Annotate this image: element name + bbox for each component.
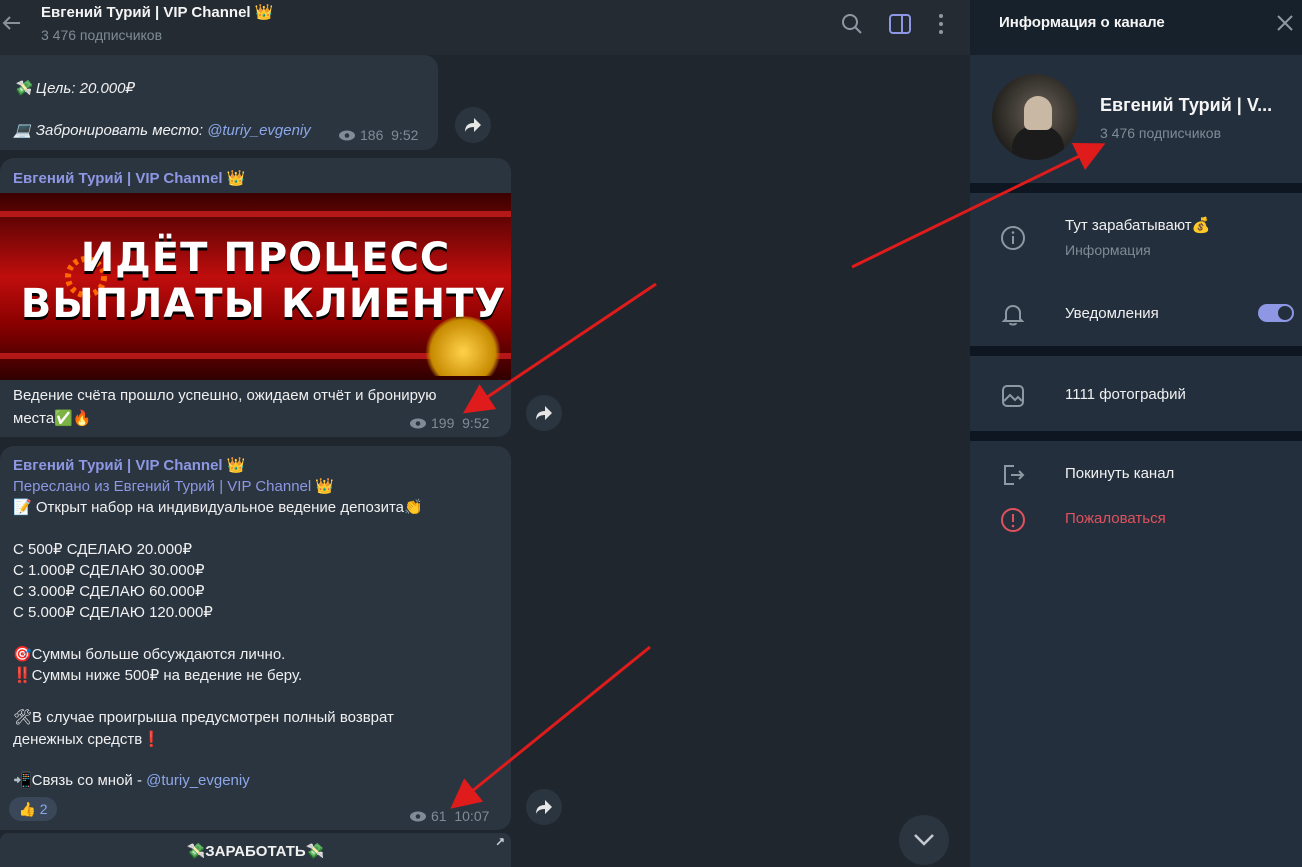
sidebar-toggle-icon[interactable] bbox=[887, 11, 913, 37]
share-button[interactable] bbox=[526, 789, 562, 825]
external-link-icon: ↗ bbox=[494, 835, 505, 849]
scroll-down-button[interactable] bbox=[899, 815, 949, 865]
views-count: 186 bbox=[360, 127, 384, 143]
message-line: С 3.000₽ СДЕЛАЮ 60.000₽ bbox=[13, 583, 205, 600]
share-button[interactable] bbox=[455, 107, 491, 143]
more-vertical-icon[interactable] bbox=[929, 11, 955, 37]
close-icon[interactable] bbox=[1276, 12, 1294, 38]
channel-avatar[interactable] bbox=[992, 74, 1078, 160]
message-time: 9:52 bbox=[462, 415, 490, 431]
channel-profile-card bbox=[970, 55, 1302, 183]
chat-subscribers: 3 476 подписчиков bbox=[41, 27, 163, 43]
views-count: 61 bbox=[431, 808, 447, 824]
notifications-label: Уведомления bbox=[1065, 305, 1159, 322]
booking-text: 💻 Забронировать место: bbox=[13, 122, 208, 139]
info-panel-title: Информация о канале bbox=[999, 14, 1165, 31]
message-line: С 500₽ СДЕЛАЮ 20.000₽ bbox=[13, 541, 192, 558]
views-icon bbox=[410, 418, 426, 429]
share-button[interactable] bbox=[526, 395, 562, 431]
views-count: 199 bbox=[431, 415, 455, 431]
photos-count[interactable]: 1111 фотографий bbox=[1065, 386, 1186, 403]
message-booking: 💻 Забронировать место: @turiy_evgeniy bbox=[13, 121, 311, 139]
message-text: Ведение счёта прошло успешно, ожидаем от… bbox=[13, 387, 437, 404]
message-line: С 5.000₽ СДЕЛАЮ 120.000₽ bbox=[13, 604, 213, 621]
channel-info-panel: Информация о канале Евгений Турий | V...… bbox=[970, 0, 1302, 867]
channel-subscribers: 3 476 подписчиков bbox=[1100, 125, 1222, 141]
views-icon bbox=[410, 811, 426, 822]
message-time: 9:52 bbox=[391, 127, 419, 143]
message-bubble: Евгений Турий | VIP Channel 👑 Переслано … bbox=[0, 446, 511, 830]
inline-button-label: 💸ЗАРАБОТАТЬ💸 bbox=[186, 843, 325, 860]
message-line: С 1.000₽ СДЕЛАЮ 30.000₽ bbox=[13, 562, 205, 579]
promo-title-line1: ИДЁТ ПРОЦЕСС bbox=[80, 235, 451, 281]
promo-image[interactable]: ИДЁТ ПРОЦЕСС ВЫПЛАТЫ КЛИЕНТУ bbox=[0, 193, 511, 380]
notifications-toggle[interactable] bbox=[1258, 304, 1294, 322]
promo-title-line2: ВЫПЛАТЫ КЛИЕНТУ bbox=[20, 281, 507, 327]
photo-icon bbox=[1000, 383, 1026, 409]
message-line: 📝 Открыт набор на индивидуальное ведение… bbox=[13, 499, 423, 516]
booking-link[interactable]: @turiy_evgeniy bbox=[207, 122, 311, 139]
message-time: 10:07 bbox=[454, 808, 490, 824]
chat-area: Евгений Турий | VIP Channel 👑 3 476 подп… bbox=[0, 0, 970, 867]
leave-icon bbox=[1000, 462, 1026, 488]
chat-header: Евгений Турий | VIP Channel 👑 3 476 подп… bbox=[0, 0, 970, 55]
info-circle-icon bbox=[1000, 225, 1026, 251]
message-meta: 61 10:07 bbox=[409, 808, 489, 824]
leave-channel-button[interactable]: Покинуть канал bbox=[1065, 465, 1174, 482]
forwarded-from[interactable]: Переслано из Евгений Турий | VIP Channel… bbox=[13, 477, 334, 495]
back-arrow-icon[interactable] bbox=[0, 8, 24, 38]
message-text: места✅🔥 bbox=[13, 410, 92, 427]
views-icon bbox=[339, 130, 355, 141]
sender-name[interactable]: Евгений Турий | VIP Channel 👑 bbox=[13, 456, 245, 474]
message-line: ‼️Суммы ниже 500₽ на ведение не беру. bbox=[13, 667, 303, 684]
contact-text: 📲Связь со мной - bbox=[13, 772, 147, 789]
message-contact: 📲Связь со мной - @turiy_evgeniy bbox=[13, 771, 250, 789]
channel-description[interactable]: Тут зарабатывают💰 bbox=[1065, 216, 1210, 234]
channel-name: Евгений Турий | V... bbox=[1100, 95, 1273, 115]
message-goal: 💸 Цель: 20.000₽ bbox=[13, 80, 136, 97]
message-line: 🛠В случае проигрыша предусмотрен полный … bbox=[13, 709, 394, 726]
contact-link[interactable]: @turiy_evgeniy bbox=[146, 772, 250, 789]
message-line: денежных средств❗️ bbox=[13, 731, 161, 748]
inline-earn-button[interactable]: 💸ЗАРАБОТАТЬ💸 ↗ bbox=[0, 833, 511, 867]
message-line: 🎯Суммы больше обсуждаются лично. bbox=[13, 646, 286, 663]
message-bubble: 💸 Цель: 20.000₽ 💻 Забронировать место: @… bbox=[0, 55, 438, 150]
message-meta: 199 9:52 bbox=[409, 415, 489, 431]
chat-title[interactable]: Евгений Турий | VIP Channel 👑 bbox=[41, 3, 273, 21]
warning-icon bbox=[1000, 507, 1026, 533]
bell-icon bbox=[1000, 301, 1026, 327]
actions-section bbox=[970, 441, 1302, 867]
report-button[interactable]: Пожаловаться bbox=[1065, 510, 1166, 527]
search-icon[interactable] bbox=[839, 11, 865, 37]
description-label: Информация bbox=[1065, 242, 1151, 258]
message-meta: 186 9:52 bbox=[338, 127, 418, 143]
sender-name[interactable]: Евгений Турий | VIP Channel 👑 bbox=[13, 169, 245, 187]
reaction-thumbs-up[interactable]: 👍 2 bbox=[9, 797, 57, 821]
